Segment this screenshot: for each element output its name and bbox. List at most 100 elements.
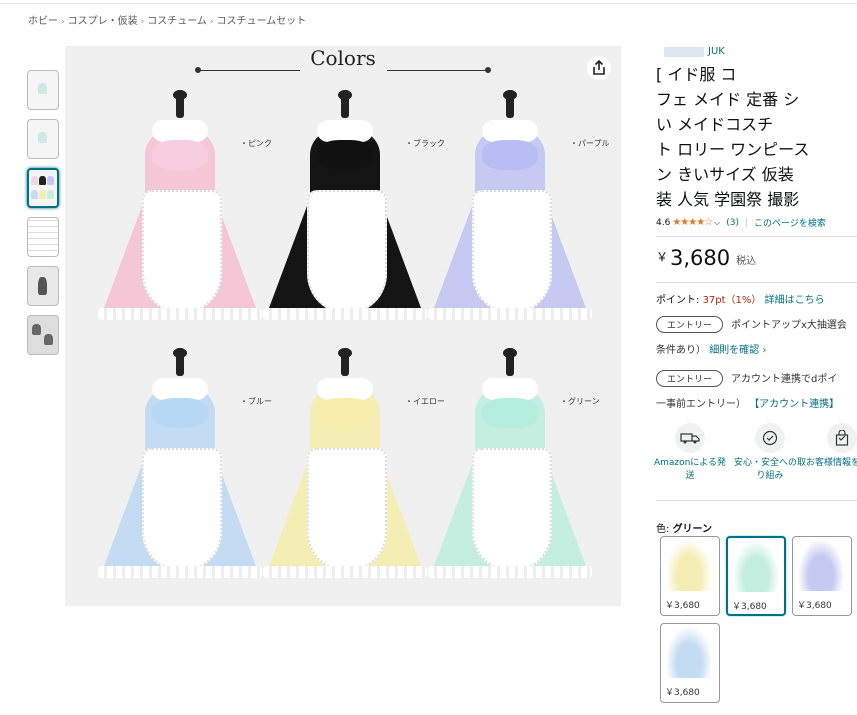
swatch-image (667, 628, 711, 678)
promo-2: エントリー アカウント連携でdポイ (656, 370, 837, 387)
breadcrumb-cosplay[interactable]: コスプレ・仮装 (68, 16, 138, 27)
breadcrumb-costume[interactable]: コスチューム (147, 16, 207, 27)
divider (656, 282, 857, 283)
color-label-green: ・グリーン (560, 397, 600, 406)
dress-bow (482, 398, 538, 428)
feature-safety[interactable]: 安心・安全への取り組み (732, 423, 808, 483)
thumbnail-person-icon (38, 277, 47, 295)
blurred-text (664, 46, 704, 57)
title-line: ン きいサイズ 仮装 (656, 165, 794, 184)
dress-lace-hem (98, 308, 262, 320)
thumbnail-2[interactable] (27, 119, 59, 159)
star-rating-icon[interactable]: ★★★★☆ (672, 217, 713, 228)
feature-amazon-shipping[interactable]: Amazonによる発送 (652, 423, 728, 483)
mannequin-stand (176, 90, 184, 118)
rating-value: 4.6 (656, 217, 671, 228)
swatch-image (799, 541, 843, 591)
points-details-link[interactable]: 詳細はこちら (765, 295, 825, 306)
dress-lace-hem (263, 308, 427, 320)
dress-apron (142, 190, 222, 314)
dress-bow (152, 140, 208, 170)
ornament-dot-left (195, 67, 201, 73)
dress-collar (152, 120, 208, 142)
thumbnail-6[interactable] (27, 315, 59, 355)
swatch-purple[interactable]: ￥3,680 (792, 536, 852, 616)
title-line: フェ メイド 定番 シ (656, 90, 800, 109)
shield-icon (755, 423, 785, 453)
points-value: 37pt（1%） (702, 295, 762, 306)
tax-label: 税込 (736, 255, 757, 267)
dress-pink: ・ピンク (90, 90, 272, 340)
promo-text: ポイントアップx大抽選会 (731, 320, 847, 331)
mannequin-stand (341, 90, 349, 118)
dress-collar (152, 378, 208, 400)
thumbnail-dress-icon (39, 190, 46, 199)
feature-label: お客様情報を保護 (805, 458, 857, 468)
dress-collar (317, 378, 373, 400)
image-colors-title: Colors (310, 46, 376, 70)
color-selection-label: 色: グリーン (656, 520, 712, 535)
thumbnail-4[interactable] (27, 217, 59, 257)
dress-lace-hem (428, 566, 592, 578)
dress-collar (482, 120, 538, 142)
ornament-line-left (200, 70, 300, 71)
swatch-blue[interactable]: ￥3,680 (660, 623, 720, 703)
thumbnail-dress-icon (31, 176, 38, 185)
promo-text: アカウント連携でdポイ (731, 374, 838, 385)
feature-privacy[interactable]: お客様情報を保護 (804, 423, 857, 470)
promo-condition: 条件あり） (656, 345, 706, 356)
share-icon (593, 60, 605, 75)
ornament-line-right (387, 70, 487, 71)
dress-lace-hem (263, 566, 427, 578)
selected-color-name: グリーン (672, 524, 713, 535)
promo-condition: 一事前エントリー） (656, 399, 746, 410)
breadcrumb-costume-set[interactable]: コスチュームセット (217, 16, 307, 27)
points-label: ポイント: (656, 295, 703, 306)
mannequin-stand (506, 348, 514, 376)
dress-apron (307, 190, 387, 314)
promo-2-line2: 一事前エントリー） 【アカウント連携】 (656, 395, 839, 410)
truck-icon (675, 423, 705, 453)
product-title: [ イド服 コ フェ メイド 定番 シ い メイドコスチ ト ロリー ワンピース… (656, 62, 857, 212)
price: ￥3,680 税込 (656, 246, 756, 270)
ornament-dot-right (485, 67, 491, 73)
mannequin-stand (341, 348, 349, 376)
main-product-image[interactable]: Colors ・ピンク ・ブラック ・パープル ・ブルー ・イエロー ・グリーン (65, 46, 621, 606)
entry-button[interactable]: エントリー (656, 316, 724, 333)
breadcrumb-separator: › (209, 17, 214, 27)
dress-blue: ・ブルー (90, 348, 272, 598)
thumbnail-5[interactable] (27, 266, 59, 306)
search-page-link[interactable]: このページを検索 (754, 216, 826, 229)
thumbnail-1[interactable] (27, 70, 59, 110)
share-button[interactable] (587, 56, 611, 80)
dress-purple: ・パープル (420, 90, 610, 340)
thumbnail-dress-icon (39, 176, 46, 185)
promo-1-line2: 条件あり） 細則を確認 › (656, 341, 766, 356)
rating-count-link[interactable]: (3) (726, 218, 739, 228)
divider (656, 500, 857, 501)
swatch-image (734, 542, 778, 592)
dress-bow (482, 140, 538, 170)
dress-bow (152, 398, 208, 428)
account-link[interactable]: 【アカウント連携】 (749, 399, 839, 410)
swatch-yellow[interactable]: ￥3,680 (660, 536, 720, 616)
title-line: い メイドコスチ (656, 115, 774, 134)
swatch-price: ￥3,680 (665, 601, 700, 611)
feature-label: 安心・安全への取り組み (733, 458, 806, 481)
chevron-down-icon[interactable]: ⌵ (714, 218, 720, 228)
breadcrumb-hobby[interactable]: ホビー (28, 16, 58, 27)
dress-bow (317, 140, 373, 170)
swatch-image (667, 541, 711, 591)
brand-link[interactable]: JUK (708, 46, 725, 57)
thumbnail-person-icon (44, 334, 53, 345)
swatch-price: ￥3,680 (665, 688, 700, 698)
thumbnail-3-selected[interactable] (27, 168, 59, 208)
title-line: 装 人気 学園祭 撮影 (656, 190, 800, 209)
dress-yellow: ・イエロー (255, 348, 445, 598)
divider (656, 236, 857, 237)
swatch-green-selected[interactable]: ￥3,680 (726, 536, 786, 616)
entry-button[interactable]: エントリー (656, 370, 724, 387)
breadcrumb-separator: › (61, 17, 65, 27)
promo-rules-link[interactable]: 細則を確認 › (709, 345, 766, 356)
rating-separator: | (744, 217, 749, 228)
